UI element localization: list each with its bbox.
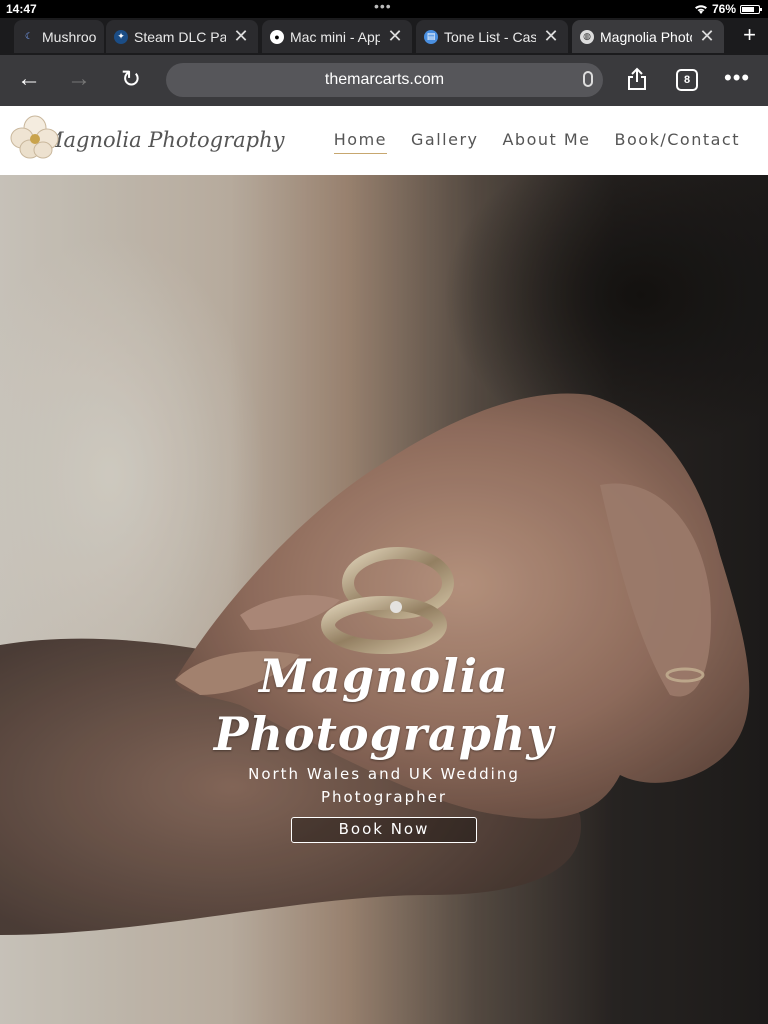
share-icon[interactable]: [626, 67, 648, 91]
status-bar: 14:47 ••• 76%: [0, 0, 768, 18]
nav-book-contact[interactable]: Book/Contact: [615, 130, 740, 154]
back-arrow-icon[interactable]: ←: [14, 65, 44, 93]
new-tab-button[interactable]: +: [743, 22, 756, 48]
main-nav: Home Gallery About Me Book/Contact: [333, 130, 740, 154]
tab-title: Steam DLC Page: [134, 28, 226, 45]
address-bar[interactable]: themarcarts.com: [166, 63, 603, 97]
tab-title: Mushrooms: [42, 28, 96, 45]
book-now-button[interactable]: Book Now: [291, 817, 477, 843]
globe-icon: ◍: [580, 29, 594, 44]
status-right: 76%: [694, 2, 762, 16]
close-tab-icon[interactable]: ✕: [232, 26, 250, 47]
multitasking-dots-icon[interactable]: •••: [374, 0, 392, 14]
hero-title-line-2: Photography: [213, 707, 555, 761]
nav-about-me[interactable]: About Me: [502, 130, 590, 154]
tab-mac-mini[interactable]: ● Mac mini - Apple ✕: [262, 20, 412, 53]
tab-title: Tone List - Castle: [444, 28, 536, 45]
book-icon: ▤: [424, 29, 438, 44]
wifi-icon: [694, 4, 707, 14]
clock: 14:47: [6, 2, 37, 16]
steam-icon: ✦: [114, 29, 128, 44]
tab-mushrooms[interactable]: ☾ Mushrooms: [14, 20, 104, 53]
forward-arrow-icon[interactable]: →: [64, 65, 94, 93]
hero-subtitle: North Wales and UK Wedding Photographer: [0, 763, 768, 809]
reload-icon[interactable]: ↻: [116, 65, 146, 94]
close-tab-icon[interactable]: ✕: [386, 26, 404, 47]
hero-title: Magnolia Photography: [0, 647, 768, 763]
moon-icon: ☾: [24, 31, 34, 41]
site-header: Magnolia Photography Home Gallery About …: [0, 106, 768, 175]
tab-steam[interactable]: ✦ Steam DLC Page ✕: [106, 20, 258, 53]
nav-home[interactable]: Home: [333, 130, 387, 154]
close-tab-icon[interactable]: ✕: [698, 26, 716, 47]
hero-subtitle-line-1: North Wales and UK Wedding: [248, 765, 520, 783]
tab-title: Mac mini - Apple: [290, 28, 380, 45]
hero-dim-overlay: [0, 175, 768, 1024]
tab-tone-list[interactable]: ▤ Tone List - Castle ✕: [416, 20, 568, 53]
tab-title: Magnolia Photography: [600, 28, 692, 45]
battery-icon: [740, 4, 762, 14]
logo-text: Magnolia Photography: [42, 128, 285, 152]
tab-count-button[interactable]: 8: [676, 69, 698, 91]
hero-title-line-1: Magnolia: [259, 649, 509, 703]
tab-strip: ☾ Mushrooms ✦ Steam DLC Page ✕ ● Mac min…: [0, 18, 768, 55]
url-text: themarcarts.com: [324, 71, 445, 88]
more-options-icon[interactable]: •••: [724, 65, 750, 91]
battery-percent: 76%: [711, 2, 736, 16]
site-logo[interactable]: Magnolia Photography: [10, 114, 284, 160]
microphone-icon[interactable]: [583, 71, 593, 87]
close-tab-icon[interactable]: ✕: [542, 26, 560, 47]
browser-toolbar: ← → ↻ themarcarts.com 8 •••: [0, 55, 768, 106]
tab-magnolia[interactable]: ◍ Magnolia Photography ✕: [572, 20, 724, 53]
magnolia-flower-icon: [10, 115, 59, 159]
hero-section: Magnolia Photography North Wales and UK …: [0, 175, 768, 1024]
nav-gallery[interactable]: Gallery: [411, 130, 478, 154]
apple-icon: ●: [270, 29, 284, 44]
hero-subtitle-line-2: Photographer: [320, 788, 448, 806]
